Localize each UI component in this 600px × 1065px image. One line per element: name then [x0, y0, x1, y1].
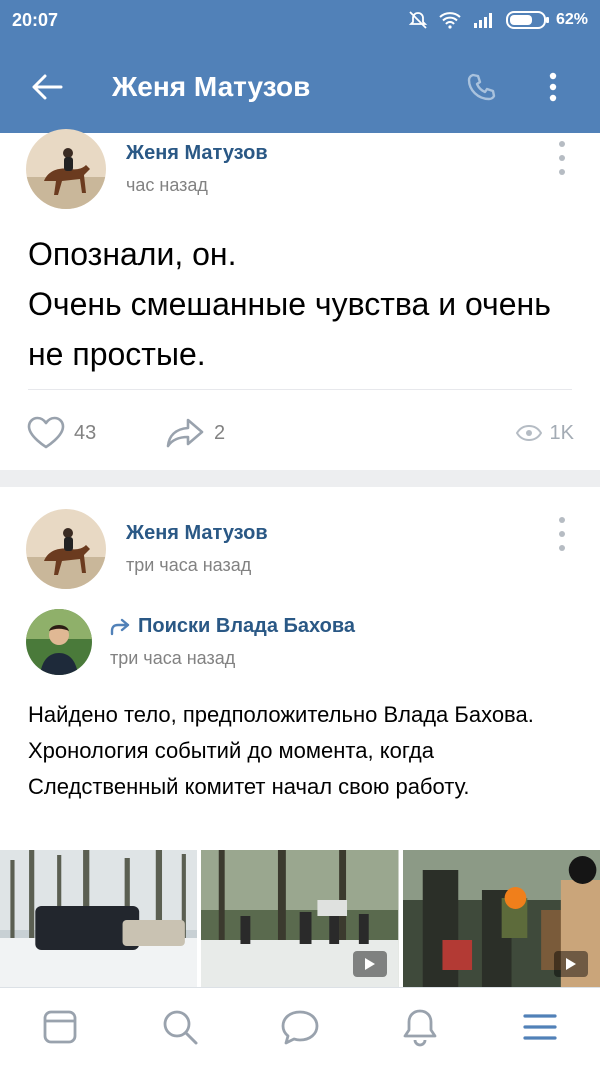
share-button[interactable]: 2	[166, 417, 225, 449]
more-options-button[interactable]	[528, 62, 578, 112]
more-vertical-icon	[549, 72, 557, 101]
views-count: 1K	[549, 421, 574, 444]
post-time: час назад	[126, 175, 208, 195]
search-icon	[163, 1010, 198, 1044]
nav-notifications[interactable]	[390, 997, 450, 1057]
post-actions: 43 2 1K	[26, 413, 574, 453]
post-card: Женя Матузов три часа назад Поиски Влада…	[0, 487, 600, 987]
status-bar: 20:07 62%	[0, 0, 600, 40]
avatar[interactable]	[26, 129, 106, 209]
battery-indicator: 62%	[505, 10, 588, 30]
repost-time: три часа назад	[110, 648, 236, 668]
nav-menu[interactable]	[510, 997, 570, 1057]
status-icons: 62%	[408, 10, 588, 30]
nav-messages[interactable]	[270, 997, 330, 1057]
play-icon	[553, 951, 588, 977]
share-icon	[166, 418, 204, 448]
photo-attachment[interactable]	[0, 850, 198, 987]
post-card: Женя Матузов час назад Опознали, он. Оче…	[0, 129, 600, 470]
wifi-icon	[438, 11, 462, 29]
back-arrow-icon	[32, 74, 63, 99]
post-text: Опознали, он. Очень смешанные чувства и …	[28, 236, 551, 372]
post-author[interactable]: Женя Матузов	[126, 142, 268, 165]
back-button[interactable]	[22, 62, 72, 112]
post-menu-button[interactable]	[554, 517, 570, 551]
battery-percent: 62%	[555, 11, 588, 28]
nav-search[interactable]	[150, 997, 210, 1057]
repost-header: Поиски Влада Бахова три часа назад	[26, 609, 355, 675]
call-button[interactable]	[456, 62, 506, 112]
views-counter: 1K	[515, 421, 574, 445]
video-attachment[interactable]	[201, 850, 399, 987]
eye-icon	[515, 424, 542, 442]
bottom-navigation	[0, 987, 600, 1065]
play-icon	[352, 951, 387, 977]
signal-icon	[472, 11, 496, 29]
status-time: 20:07	[12, 9, 59, 30]
avatar[interactable]	[26, 509, 106, 589]
post-text: Найдено тело, предположительно Влада Бах…	[28, 702, 534, 799]
app-header: 20:07 62% Женя Матузов	[0, 0, 600, 133]
like-count: 43	[74, 421, 97, 444]
notifications-icon	[403, 1009, 437, 1046]
messages-icon	[281, 1010, 319, 1044]
repost-source[interactable]: Поиски Влада Бахова	[110, 615, 355, 638]
news-icon	[43, 1010, 77, 1043]
app-bar: Женя Матузов	[0, 40, 600, 133]
heart-icon	[27, 416, 65, 449]
divider	[28, 389, 572, 390]
post-header: Женя Матузов час назад	[26, 129, 268, 209]
page-title: Женя Матузов	[112, 70, 311, 102]
mute-bell-icon	[408, 10, 428, 30]
post-header: Женя Матузов три часа назад	[26, 509, 268, 589]
menu-icon	[523, 1013, 557, 1040]
repost-source-name: Поиски Влада Бахова	[138, 615, 356, 637]
photo-attachments	[0, 850, 600, 987]
post-menu-button[interactable]	[554, 141, 570, 175]
post-author[interactable]: Женя Матузов	[126, 522, 268, 545]
nav-news[interactable]	[30, 997, 90, 1057]
post-time: три часа назад	[126, 555, 252, 575]
repost-avatar[interactable]	[26, 609, 92, 675]
like-button[interactable]: 43	[26, 416, 166, 450]
share-count: 2	[214, 421, 226, 444]
repost-arrow-icon	[110, 618, 130, 635]
battery-icon	[505, 11, 549, 29]
phone-icon	[467, 73, 496, 100]
video-attachment[interactable]	[402, 850, 600, 987]
